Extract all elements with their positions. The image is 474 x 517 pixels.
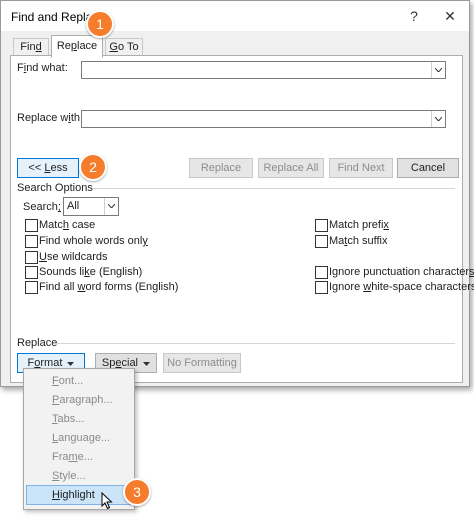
match-case-checkbox[interactable] [25,219,38,232]
close-button[interactable]: ✕ [437,5,463,27]
replace-button[interactable]: Replace [189,158,253,178]
replace-all-button[interactable]: Replace All [258,158,324,178]
match-suffix-label: Match suffix [329,235,388,247]
search-direction-value: All [67,200,80,212]
format-menu: Font... Paragraph... Tabs... Language...… [23,368,135,510]
whole-words-label: Find whole words only [39,235,148,247]
chevron-down-icon[interactable] [104,198,118,215]
ignore-punctuation-label: Ignore punctuation characters [329,266,474,278]
word-forms-checkbox[interactable] [25,281,38,294]
no-formatting-button[interactable]: No Formatting [163,353,241,373]
title-bar: Find and Replace ? ✕ [1,1,469,31]
chevron-down-icon [67,362,75,366]
callout-badge-1: 1 [86,10,114,38]
sounds-like-label: Sounds like (English) [39,266,143,278]
tab-label-key: G [109,41,118,53]
help-button[interactable]: ? [401,5,427,27]
match-case-label: Match case [39,219,96,231]
callout-badge-2: 2 [79,153,107,181]
chevron-down-icon[interactable] [431,62,445,78]
less-button[interactable]: << Less [17,158,79,178]
find-next-button[interactable]: Find Next [329,158,393,178]
search-direction-select[interactable]: All [63,197,119,216]
tab-label: lace [77,40,98,52]
mouse-pointer-icon [101,492,113,510]
divider [93,188,455,189]
search-options-heading: Search Options [17,182,93,194]
match-suffix-checkbox[interactable] [315,235,328,248]
word-forms-label: Find all word forms (English) [39,281,179,293]
menu-item-frame[interactable]: Frame... [52,451,93,463]
replace-with-input[interactable] [81,110,446,128]
callout-badge-3: 3 [123,478,151,506]
search-label: Search; [23,201,61,213]
menu-item-font[interactable]: Font... [52,375,83,387]
whole-words-checkbox[interactable] [25,235,38,248]
menu-item-paragraph[interactable]: Paragraph... [52,394,113,406]
menu-item-language[interactable]: Language... [52,432,110,444]
chevron-down-icon [143,362,151,366]
ignore-punctuation-checkbox[interactable] [315,266,328,279]
find-what-label: Find what: [17,62,68,74]
tab-label: Re [56,40,71,52]
replace-tab-panel: Find what: Replace with: << Less Replace… [10,55,474,383]
wildcards-checkbox[interactable] [25,251,38,264]
menu-item-tabs[interactable]: Tabs... [52,413,84,425]
find-replace-dialog: Find and Replace ? ✕ Find Replace Go To … [0,0,474,387]
tab-replace[interactable]: Replace [51,35,103,58]
tab-find[interactable]: Find [13,38,49,56]
wildcards-label: Use wildcards [39,251,108,263]
replace-with-label: Replace with: [17,112,84,124]
match-prefix-label: Match prefix [329,219,389,231]
ignore-whitespace-label: Ignore white-space characters [329,281,474,293]
tab-label: o To [117,41,139,53]
tab-label-key: d [35,41,42,53]
replace-section-heading: Replace [17,337,58,349]
find-what-input[interactable] [81,61,446,79]
match-prefix-checkbox[interactable] [315,219,328,232]
menu-item-style[interactable]: Style... [52,470,86,482]
ignore-whitespace-checkbox[interactable] [315,281,328,294]
tab-label: Fin [20,41,36,53]
tab-go-to[interactable]: Go To [105,38,143,56]
cancel-button[interactable]: Cancel [397,158,459,178]
divider [57,343,455,344]
chevron-down-icon[interactable] [431,111,445,127]
sounds-like-checkbox[interactable] [25,266,38,279]
menu-item-highlight[interactable]: Highlight [52,489,95,501]
